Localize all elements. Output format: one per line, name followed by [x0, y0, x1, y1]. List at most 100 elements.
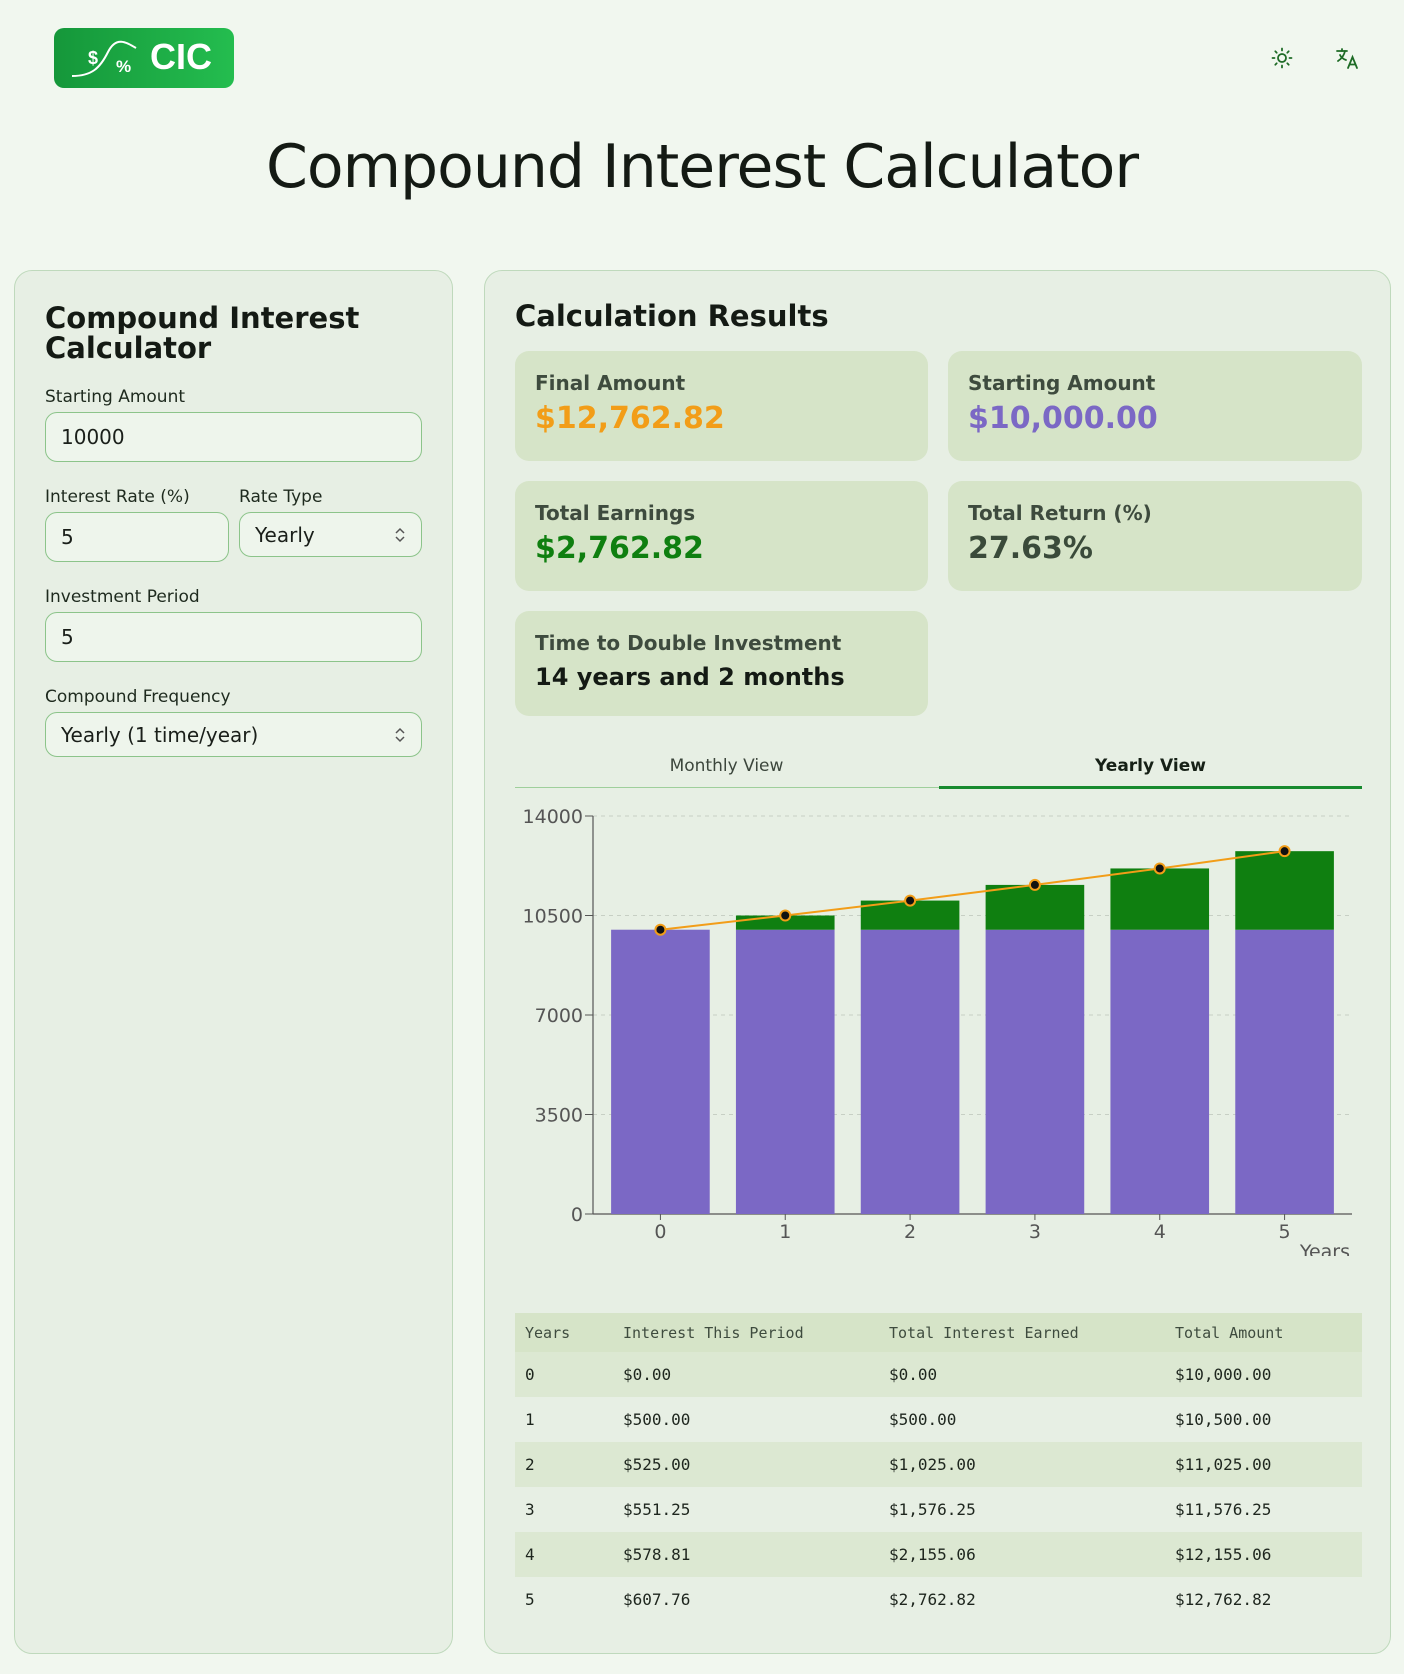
table-header-interest-period: Interest This Period — [613, 1313, 879, 1352]
y-tick-label: 10500 — [523, 906, 583, 928]
y-tick-label: 3500 — [535, 1105, 583, 1127]
table-cell: $10,500.00 — [1165, 1397, 1362, 1442]
bar-starting-amount — [1110, 929, 1210, 1214]
table-header-years: Years — [515, 1313, 613, 1352]
period-input[interactable]: 5 — [45, 612, 422, 662]
table-cell: $525.00 — [613, 1442, 879, 1487]
point-total-amount — [779, 909, 792, 922]
logo-mark-icon: $ % — [71, 40, 137, 77]
final-amount-value: $12,762.82 — [535, 401, 725, 436]
table-cell: $12,155.06 — [1165, 1532, 1362, 1577]
x-tick-label: 2 — [904, 1221, 916, 1243]
total-earnings-value: $2,762.82 — [535, 531, 704, 566]
table-cell: $1,576.25 — [879, 1487, 1165, 1532]
breakdown-table: Years Interest This Period Total Interes… — [515, 1313, 1362, 1622]
theme-toggle-button[interactable] — [1268, 44, 1296, 72]
table-cell: $1,025.00 — [879, 1442, 1165, 1487]
table-cell: 1 — [515, 1397, 613, 1442]
table-cell: $551.25 — [613, 1487, 879, 1532]
table-cell: $2,155.06 — [879, 1532, 1165, 1577]
bar-total-interest — [1110, 868, 1210, 930]
x-tick-label: 0 — [654, 1221, 666, 1243]
point-total-amount — [1153, 862, 1166, 875]
x-axis-label: Years — [1299, 1241, 1350, 1256]
table-header-total-interest: Total Interest Earned — [879, 1313, 1165, 1352]
language-button[interactable] — [1333, 44, 1361, 72]
table-cell: $11,025.00 — [1165, 1442, 1362, 1487]
double-time-value: 14 years and 2 months — [535, 663, 845, 691]
table-cell: $500.00 — [879, 1397, 1165, 1442]
page-title: Compound Interest Calculator — [265, 132, 1139, 202]
sun-icon — [1271, 47, 1293, 69]
point-total-amount — [654, 923, 667, 936]
rate-type-value: Yearly — [255, 522, 315, 547]
table-cell: $578.81 — [613, 1532, 879, 1577]
total-earnings-label: Total Earnings — [535, 501, 696, 525]
table-cell: 4 — [515, 1532, 613, 1577]
final-amount-card: Final Amount $12,762.82 — [515, 351, 928, 461]
table-row: 2 $525.00 $1,025.00 $11,025.00 — [515, 1442, 1362, 1487]
starting-amount-result-label: Starting Amount — [968, 371, 1156, 395]
table-cell: 3 — [515, 1487, 613, 1532]
table-cell: $0.00 — [879, 1352, 1165, 1397]
form-title: Compound Interest Calculator — [45, 301, 360, 365]
double-time-label: Time to Double Investment — [535, 631, 842, 655]
table-row: 3 $551.25 $1,576.25 $11,576.25 — [515, 1487, 1362, 1532]
bar-starting-amount — [860, 929, 960, 1214]
table-row: 0 $0.00 $0.00 $10,000.00 — [515, 1352, 1362, 1397]
total-return-card: Total Return (%) 27.63% — [948, 481, 1362, 591]
x-tick-label: 4 — [1154, 1221, 1166, 1243]
point-total-amount — [904, 894, 917, 907]
starting-amount-input[interactable]: 10000 — [45, 412, 422, 462]
bar-total-interest — [985, 884, 1085, 930]
y-tick-label: 0 — [571, 1204, 583, 1226]
final-amount-label: Final Amount — [535, 371, 686, 395]
table-cell: $10,000.00 — [1165, 1352, 1362, 1397]
double-time-card: Time to Double Investment 14 years and 2… — [515, 611, 928, 716]
table-cell: $500.00 — [613, 1397, 879, 1442]
legend-label: Starting Amount — [656, 1255, 821, 1256]
x-tick-label: 3 — [1029, 1221, 1041, 1243]
total-return-value: 27.63% — [968, 531, 1093, 566]
x-tick-label: 1 — [779, 1221, 791, 1243]
table-header-total-amount: Total Amount — [1165, 1313, 1362, 1352]
table-header-row: Years Interest This Period Total Interes… — [515, 1313, 1362, 1352]
point-total-amount — [1278, 845, 1291, 858]
table-cell: $12,762.82 — [1165, 1577, 1362, 1622]
table-row: 4 $578.81 $2,155.06 $12,155.06 — [515, 1532, 1362, 1577]
table-cell: 2 — [515, 1442, 613, 1487]
view-tabs: Monthly View Yearly View — [515, 746, 1362, 789]
bar-total-interest — [1235, 851, 1334, 930]
logo-percent: % — [116, 57, 131, 76]
legend-label: Total Interest Earned — [857, 1255, 1065, 1256]
starting-amount-label: Starting Amount — [45, 387, 186, 407]
table-row: 1 $500.00 $500.00 $10,500.00 — [515, 1397, 1362, 1442]
table-cell: $0.00 — [613, 1352, 879, 1397]
interest-rate-input[interactable]: 5 — [45, 512, 229, 562]
chevron-updown-icon — [395, 727, 405, 742]
logo-dollar: $ — [88, 48, 98, 68]
bar-starting-amount — [985, 929, 1085, 1214]
total-earnings-card: Total Earnings $2,762.82 — [515, 481, 928, 591]
point-total-amount — [1028, 878, 1041, 891]
growth-chart: 0 3500 7000 10500 14000 0 1 2 3 4 5 Years Starting A… — [523, 806, 1352, 1256]
logo-text: CIC — [150, 36, 212, 77]
tab-monthly-view[interactable]: Monthly View — [515, 746, 938, 788]
app-logo[interactable]: $ % CIC — [54, 28, 234, 88]
legend-label: Total Amount — [1101, 1255, 1234, 1256]
frequency-select[interactable]: Yearly (1 time/year) — [45, 712, 422, 757]
tab-yearly-view[interactable]: Yearly View — [939, 746, 1362, 789]
table-cell: $11,576.25 — [1165, 1487, 1362, 1532]
table-cell: $2,762.82 — [879, 1577, 1165, 1622]
frequency-label: Compound Frequency — [45, 687, 231, 707]
table-cell: 0 — [515, 1352, 613, 1397]
bar-starting-amount — [735, 929, 835, 1214]
y-tick-label: 14000 — [523, 806, 583, 828]
table-cell: 5 — [515, 1577, 613, 1622]
period-label: Investment Period — [45, 587, 200, 607]
rate-type-select[interactable]: Yearly — [239, 512, 422, 557]
results-panel: Calculation Results Final Amount $12,762… — [484, 270, 1391, 1654]
total-return-label: Total Return (%) — [968, 501, 1152, 525]
bar-starting-amount — [1235, 929, 1334, 1214]
calculator-form-panel: Compound Interest Calculator Starting Am… — [14, 270, 453, 1654]
